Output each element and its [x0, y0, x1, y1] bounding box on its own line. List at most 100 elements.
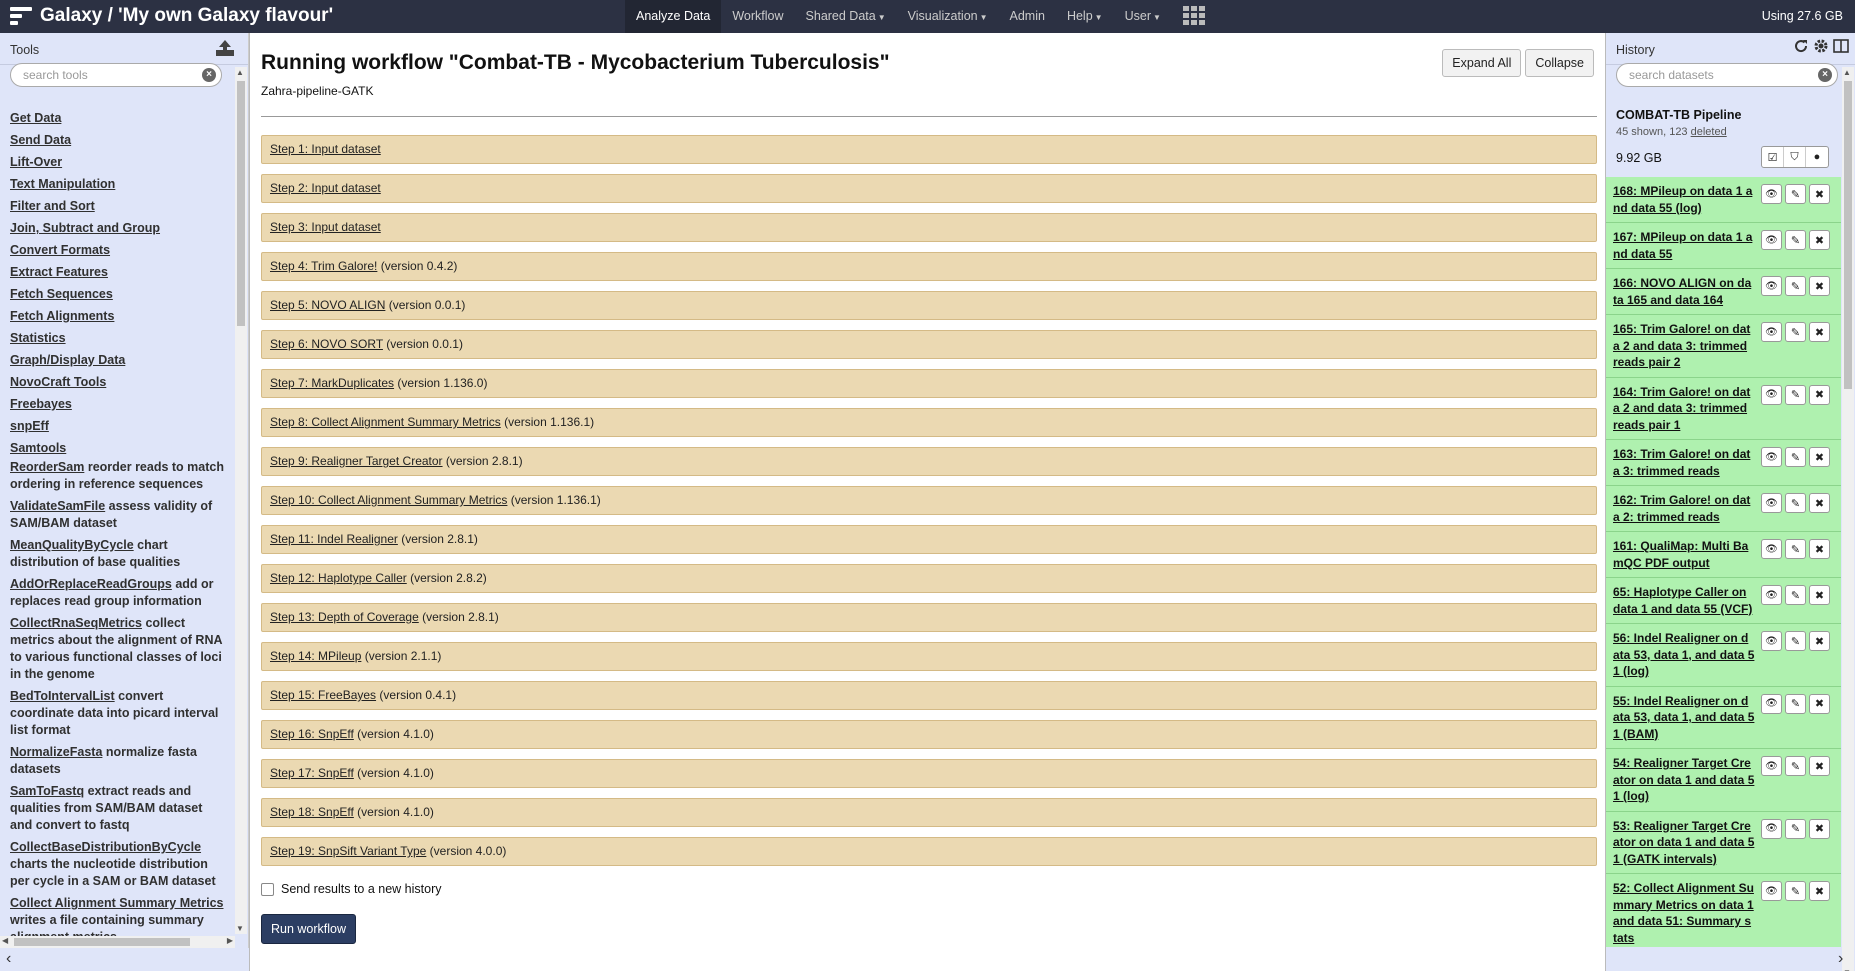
eye-icon[interactable]: 👁 [1761, 384, 1782, 405]
eye-icon[interactable]: 👁 [1761, 230, 1782, 250]
dataset-title[interactable]: 162: Trim Galore! on data 2: trimmed rea… [1613, 492, 1755, 525]
dataset-item[interactable]: 165: Trim Galore! on data 2 and data 3: … [1606, 315, 1841, 378]
pencil-icon[interactable]: ✎ [1785, 818, 1806, 839]
pencil-icon[interactable]: ✎ [1785, 184, 1806, 204]
eye-icon[interactable]: 👁 [1761, 693, 1782, 714]
pencil-icon[interactable]: ✎ [1785, 693, 1806, 714]
step-title-link[interactable]: Step 13: Depth of Coverage [270, 610, 419, 624]
tool-section-link[interactable]: Freebayes [10, 393, 228, 415]
tool-link[interactable]: SamToFastq [10, 784, 84, 798]
step-title-link[interactable]: Step 11: Indel Realigner [270, 532, 398, 546]
send-results-checkbox[interactable] [261, 882, 274, 896]
dataset-item[interactable]: 162: Trim Galore! on data 2: trimmed rea… [1606, 486, 1841, 532]
dataset-item[interactable]: 65: Haplotype Caller on data 1 and data … [1606, 578, 1841, 624]
delete-icon[interactable]: ✖ [1809, 631, 1830, 651]
step-title-link[interactable]: Step 4: Trim Galore! [270, 259, 377, 273]
tool-section-link[interactable]: Graph/Display Data [10, 349, 228, 371]
step-title-link[interactable]: Step 5: NOVO ALIGN [270, 298, 385, 312]
workflow-step[interactable]: Step 4: Trim Galore! (version 0.4.2) [261, 252, 1597, 281]
step-title-link[interactable]: Step 16: SnpEff [270, 727, 354, 741]
step-title-link[interactable]: Step 18: SnpEff [270, 805, 354, 819]
workflow-step[interactable]: Step 12: Haplotype Caller (version 2.8.2… [261, 564, 1597, 593]
history-search[interactable]: × [1616, 63, 1838, 87]
tool-section-link[interactable]: Statistics [10, 327, 228, 349]
nav-shared-data[interactable]: Shared Data ▼ [795, 0, 897, 33]
collapse-button[interactable]: Collapse [1525, 49, 1594, 77]
pencil-icon[interactable]: ✎ [1785, 384, 1806, 405]
workflow-step[interactable]: Step 18: SnpEff (version 4.1.0) [261, 798, 1597, 827]
dataset-title[interactable]: 166: NOVO ALIGN on data 165 and data 164 [1613, 275, 1755, 308]
tool-section-link[interactable]: Get Data [10, 107, 228, 129]
delete-icon[interactable]: ✖ [1809, 818, 1830, 839]
run-workflow-button[interactable]: Run workflow [261, 914, 357, 944]
eye-icon[interactable]: 👁 [1761, 322, 1782, 342]
step-title-link[interactable]: Step 8: Collect Alignment Summary Metric… [270, 415, 501, 429]
step-title-link[interactable]: Step 3: Input dataset [270, 220, 381, 234]
delete-icon[interactable]: ✖ [1809, 230, 1830, 250]
dataset-title[interactable]: 54: Realigner Target Creator on data 1 a… [1613, 755, 1755, 805]
dataset-item[interactable]: 164: Trim Galore! on data 2 and data 3: … [1606, 377, 1841, 440]
step-title-link[interactable]: Step 14: MPileup [270, 649, 361, 663]
eye-icon[interactable]: 👁 [1761, 539, 1782, 559]
delete-icon[interactable]: ✖ [1809, 447, 1830, 467]
history-vertical-scrollbar[interactable]: ▲ ▼ [1842, 67, 1854, 971]
dataset-title[interactable]: 55: Indel Realigner on data 53, data 1, … [1613, 693, 1755, 743]
delete-icon[interactable]: ✖ [1809, 693, 1830, 714]
pencil-icon[interactable]: ✎ [1785, 322, 1806, 342]
workflow-step[interactable]: Step 7: MarkDuplicates (version 1.136.0) [261, 369, 1597, 398]
nav-apps[interactable] [1172, 0, 1216, 33]
dataset-title[interactable]: 164: Trim Galore! on data 2 and data 3: … [1613, 384, 1755, 434]
delete-icon[interactable]: ✖ [1809, 539, 1830, 559]
eye-icon[interactable]: 👁 [1761, 493, 1782, 513]
step-title-link[interactable]: Step 10: Collect Alignment Summary Metri… [270, 493, 507, 507]
tool-section-link[interactable]: Extract Features [10, 261, 228, 283]
tool-link[interactable]: ValidateSamFile [10, 499, 105, 513]
pencil-icon[interactable]: ✎ [1785, 447, 1806, 467]
workflow-step[interactable]: Step 11: Indel Realigner (version 2.8.1) [261, 525, 1597, 554]
eye-icon[interactable]: 👁 [1761, 276, 1782, 296]
pencil-icon[interactable]: ✎ [1785, 585, 1806, 605]
dataset-title[interactable]: 165: Trim Galore! on data 2 and data 3: … [1613, 321, 1755, 371]
workflow-step[interactable]: Step 6: NOVO SORT (version 0.0.1) [261, 330, 1597, 359]
dataset-title[interactable]: 167: MPileup on data 1 and data 55 [1613, 229, 1755, 262]
dataset-title[interactable]: 168: MPileup on data 1 and data 55 (log) [1613, 183, 1755, 216]
step-title-link[interactable]: Step 15: FreeBayes [270, 688, 376, 702]
delete-icon[interactable]: ✖ [1809, 756, 1830, 776]
dataset-title[interactable]: 65: Haplotype Caller on data 1 and data … [1613, 584, 1755, 617]
workflow-step[interactable]: Step 14: MPileup (version 2.1.1) [261, 642, 1597, 671]
dataset-title[interactable]: 163: Trim Galore! on data 3: trimmed rea… [1613, 446, 1755, 479]
refresh-icon[interactable] [1793, 38, 1809, 54]
workflow-step[interactable]: Step 15: FreeBayes (version 0.4.1) [261, 681, 1597, 710]
dataset-title[interactable]: 52: Collect Alignment Summary Metrics on… [1613, 880, 1755, 946]
nav-user[interactable]: User ▼ [1114, 0, 1172, 33]
eye-icon[interactable]: 👁 [1761, 756, 1782, 776]
tool-link[interactable]: NormalizeFasta [10, 745, 102, 759]
dataset-item[interactable]: 163: Trim Galore! on data 3: trimmed rea… [1606, 440, 1841, 486]
dataset-item[interactable]: 54: Realigner Target Creator on data 1 a… [1606, 749, 1841, 812]
pencil-icon[interactable]: ✎ [1785, 493, 1806, 513]
step-title-link[interactable]: Step 6: NOVO SORT [270, 337, 383, 351]
delete-icon[interactable]: ✖ [1809, 881, 1830, 901]
dataset-item[interactable]: 161: QualiMap: Multi BamQC PDF output 👁 ✎ ✖ [1606, 532, 1841, 578]
tool-link[interactable]: AddOrReplaceReadGroups [10, 577, 172, 591]
nav-admin[interactable]: Admin [999, 0, 1056, 33]
tool-section-link[interactable]: Send Data [10, 129, 228, 151]
eye-icon[interactable]: 👁 [1761, 631, 1782, 651]
eye-icon[interactable]: 👁 [1761, 447, 1782, 467]
tool-section-link[interactable]: Join, Subtract and Group [10, 217, 228, 239]
eye-icon[interactable]: 👁 [1761, 585, 1782, 605]
eye-icon[interactable]: 👁 [1761, 184, 1782, 204]
tool-link[interactable]: BedToIntervalList [10, 689, 115, 703]
tool-section-link[interactable]: Convert Formats [10, 239, 228, 261]
delete-icon[interactable]: ✖ [1809, 322, 1830, 342]
brand[interactable]: Galaxy / 'My own Galaxy flavour' [10, 5, 333, 27]
tool-section-link[interactable]: Fetch Alignments [10, 305, 228, 327]
tool-link[interactable]: Collect Alignment Summary Metrics [10, 896, 223, 910]
clear-history-search-icon[interactable]: × [1818, 68, 1832, 82]
left-divider[interactable] [249, 33, 250, 971]
step-title-link[interactable]: Step 7: MarkDuplicates [270, 376, 394, 390]
columns-icon[interactable] [1833, 38, 1849, 54]
tool-link[interactable]: MeanQualityByCycle [10, 538, 134, 552]
workflow-step[interactable]: Step 5: NOVO ALIGN (version 0.0.1) [261, 291, 1597, 320]
delete-icon[interactable]: ✖ [1809, 384, 1830, 405]
